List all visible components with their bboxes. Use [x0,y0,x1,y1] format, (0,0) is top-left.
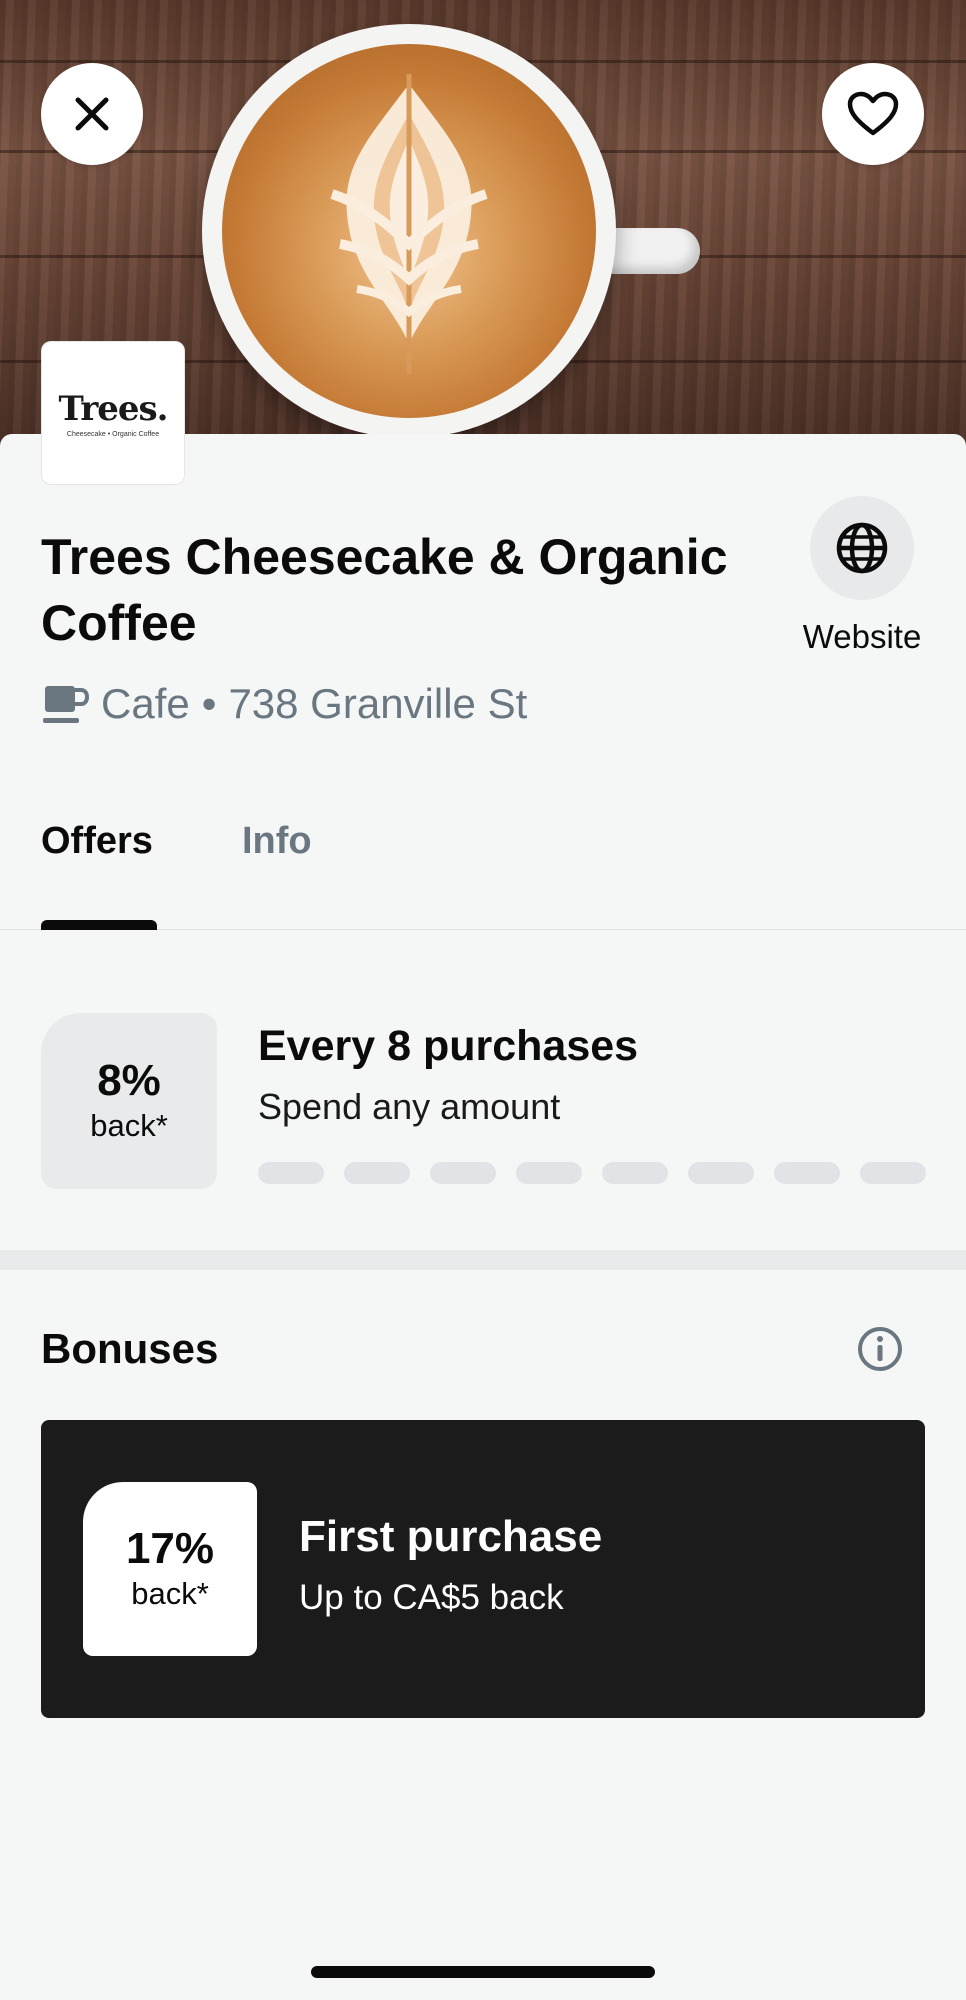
section-divider [0,1250,966,1270]
bonus-percent-badge: 17% back* [83,1482,257,1656]
offer-percent: 8% [97,1056,161,1105]
bonus-back-label: back* [131,1576,209,1611]
globe-icon [836,522,888,574]
heart-outline-icon [847,91,899,136]
progress-segment [860,1162,926,1184]
offer-card[interactable]: 8% back* Every 8 purchases Spend any amo… [0,930,966,1250]
offer-subtitle: Spend any amount [258,1086,561,1127]
bonus-subtitle: Up to CA$5 back [299,1578,564,1617]
active-tab-indicator [41,920,157,930]
tab-bar: Offers Info [0,820,966,930]
tab-offers[interactable]: Offers [41,820,153,863]
merchant-address: 738 Granville St [228,680,528,727]
latte-art [222,44,596,418]
progress-segment [258,1162,324,1184]
coffee-cup [202,24,616,438]
offer-title: Every 8 purchases [258,1022,639,1070]
website-button[interactable] [810,496,914,600]
bonuses-heading: Bonuses [41,1325,219,1372]
merchant-name: Trees Cheesecake & Organic Coffee [41,529,728,651]
progress-segment [774,1162,840,1184]
bonus-card[interactable]: 17% back* First purchase Up to CA$5 back [41,1420,925,1718]
progress-segment [602,1162,668,1184]
merchant-meta: Cafe • 738 Granville St [41,680,527,728]
logo-word: Trees. [58,388,169,429]
home-indicator [311,1966,655,1978]
bonus-title: First purchase [299,1512,603,1561]
progress-segment [344,1162,410,1184]
tab-info[interactable]: Info [242,820,312,863]
progress-segment [516,1162,582,1184]
close-button[interactable] [41,63,143,165]
offer-back-label: back* [90,1108,168,1143]
meta-separator: • [201,680,217,727]
close-icon [75,97,109,131]
offer-percent-badge: 8% back* [41,1013,217,1189]
logo-subtext: Cheesecake • Organic Coffee [66,430,160,438]
website-label[interactable]: Website [790,618,934,656]
coffee-cup-icon [43,686,89,723]
merchant-category: Cafe [101,680,190,727]
purchase-progress [258,1162,926,1184]
info-icon[interactable] [856,1325,904,1373]
favorite-button[interactable] [822,63,924,165]
progress-segment [688,1162,754,1184]
merchant-logo: Trees. Cheesecake • Organic Coffee [41,341,185,485]
progress-segment [430,1162,496,1184]
bonus-percent: 17% [125,1524,215,1573]
